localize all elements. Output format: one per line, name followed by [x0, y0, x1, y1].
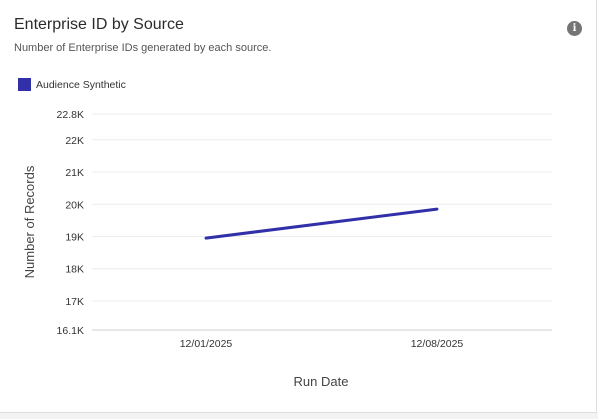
y-tick-label: 21K	[65, 167, 84, 179]
x-axis-title: Run Date	[294, 374, 349, 389]
x-axis-ticks: 12/01/2025 12/08/2025	[180, 338, 464, 350]
y-tick-label: 17K	[65, 296, 84, 308]
y-axis-ticks: 16.1K 17K 18K 19K 20K 21K 22K 22.8K	[57, 109, 84, 337]
card-bottom-edge	[0, 413, 598, 419]
line-chart: 16.1K17K18K19K20K21K22K22.8K 12/01/2025 1…	[22, 109, 552, 389]
x-tick-label: 12/01/2025	[180, 338, 233, 350]
y-tick-label: 20K	[65, 199, 84, 211]
x-tick-label: 12/08/2025	[411, 338, 464, 350]
y-axis-title: Number of Records	[22, 165, 37, 278]
chart-card: Enterprise ID by Source Number of Enterp…	[0, 0, 597, 413]
y-tick-label: 19K	[65, 232, 84, 244]
y-tick-label: 16.1K	[57, 325, 84, 337]
series-line-audience-synthetic[interactable]	[204, 207, 439, 240]
y-tick-label: 18K	[65, 264, 84, 276]
gridlines	[92, 113, 552, 331]
y-tick-label: 22.8K	[57, 109, 84, 121]
series-layer	[204, 207, 439, 240]
y-tick-label: 22K	[65, 135, 84, 147]
